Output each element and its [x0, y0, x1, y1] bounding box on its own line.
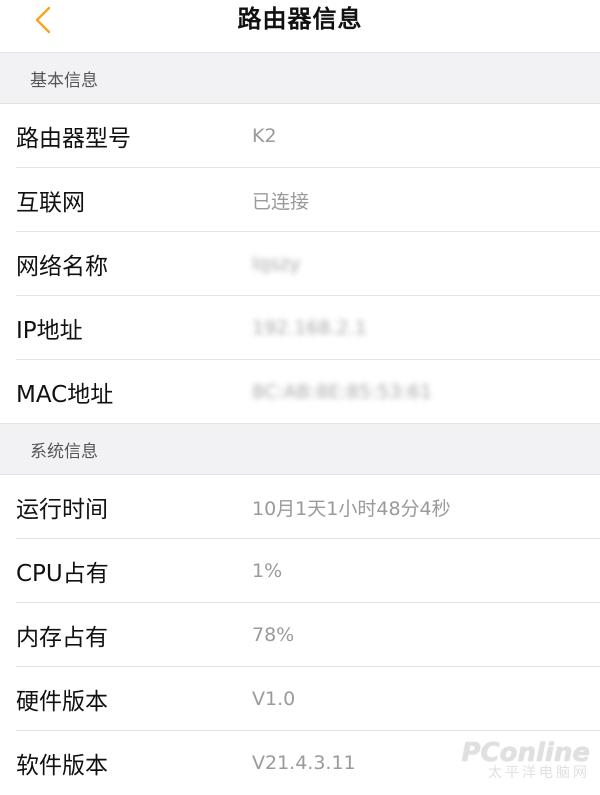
router-model-value: K2 — [252, 125, 277, 147]
hardware-version-label: 硬件版本 — [16, 689, 108, 715]
row-uptime: 运行时间 10月1天1小时48分4秒 — [0, 475, 600, 539]
row-internet: 互联网 已连接 — [0, 168, 600, 232]
mac-address-label: MAC地址 — [16, 382, 114, 408]
basic-info-list: 路由器型号 K2 互联网 已连接 网络名称 lqszy IP地址 192.168… — [0, 104, 600, 424]
ip-address-label: IP地址 — [16, 318, 83, 344]
row-ip-address: IP地址 192.168.2.1 — [0, 296, 600, 360]
mac-address-value: 8C:AB:8E:85:53:61 — [252, 381, 433, 403]
pconline-watermark: PConline 太平洋电脑网 — [461, 738, 590, 781]
memory-usage-value: 78% — [252, 624, 295, 646]
software-version-label: 软件版本 — [16, 753, 108, 779]
internet-status-value: 已连接 — [252, 190, 310, 213]
uptime-value: 10月1天1小时48分4秒 — [252, 497, 451, 520]
navigation-bar: 路由器信息 — [0, 0, 600, 53]
memory-usage-label: 内存占有 — [16, 625, 108, 651]
uptime-label: 运行时间 — [16, 497, 108, 523]
page-title: 路由器信息 — [237, 5, 363, 33]
software-version-value: V21.4.3.11 — [252, 752, 356, 774]
network-name-value: lqszy — [252, 253, 301, 275]
row-memory-usage: 内存占有 78% — [0, 603, 600, 667]
row-mac-address: MAC地址 8C:AB:8E:85:53:61 — [0, 360, 600, 424]
row-network-name: 网络名称 lqszy — [0, 232, 600, 296]
hardware-version-value: V1.0 — [252, 688, 296, 710]
cpu-usage-label: CPU占有 — [16, 561, 109, 587]
row-hardware-version: 硬件版本 V1.0 — [0, 667, 600, 731]
section-header-basic-info: 基本信息 — [0, 53, 600, 104]
row-router-model: 路由器型号 K2 — [0, 104, 600, 168]
network-name-label: 网络名称 — [16, 254, 108, 280]
row-cpu-usage: CPU占有 1% — [0, 539, 600, 603]
ip-address-value: 192.168.2.1 — [252, 317, 367, 339]
watermark-logo-text: PConline — [461, 738, 590, 768]
router-model-label: 路由器型号 — [16, 126, 131, 152]
cpu-usage-value: 1% — [252, 560, 283, 582]
section-header-system-info: 系统信息 — [0, 424, 600, 475]
internet-label: 互联网 — [16, 190, 85, 216]
